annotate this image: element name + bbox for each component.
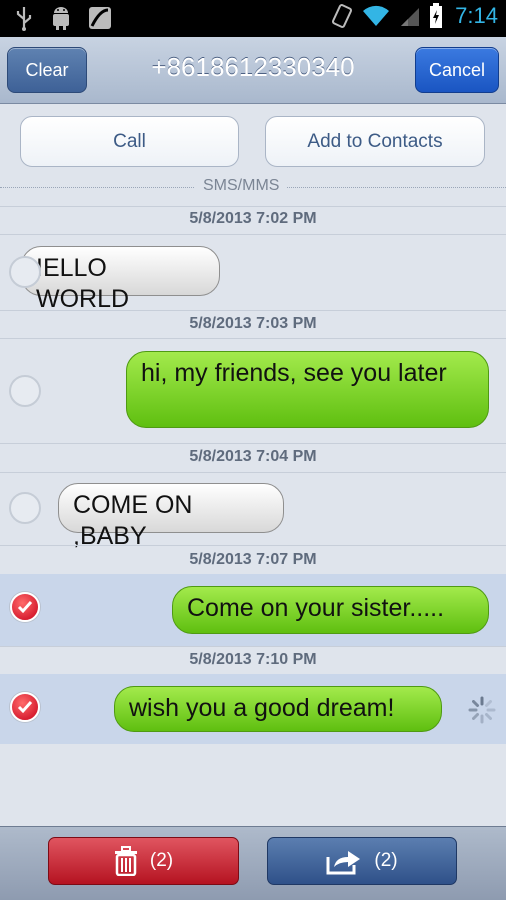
row-separator bbox=[0, 472, 506, 473]
signal-icon bbox=[401, 8, 420, 26]
outgoing-message-bubble[interactable]: wish you a good dream! bbox=[114, 686, 442, 732]
selected-check-icon[interactable] bbox=[10, 592, 40, 622]
media-icon bbox=[89, 7, 111, 29]
clock: 7:14 bbox=[455, 3, 498, 28]
status-bar: 7:14 bbox=[0, 0, 506, 37]
section-label: SMS/MMS bbox=[195, 177, 288, 195]
select-radio[interactable] bbox=[9, 256, 41, 288]
select-radio[interactable] bbox=[9, 492, 41, 524]
row-separator bbox=[0, 545, 506, 546]
android-debug-icon bbox=[53, 7, 69, 30]
row-separator bbox=[0, 206, 506, 207]
row-separator bbox=[0, 646, 506, 647]
forward-share-icon bbox=[326, 851, 361, 875]
add-to-contacts-button[interactable]: Add to Contacts bbox=[265, 116, 485, 167]
delete-button[interactable]: (2) bbox=[48, 837, 239, 885]
usb-icon bbox=[16, 7, 32, 31]
battery-icon bbox=[430, 3, 443, 28]
message-date: 5/8/2013 7:07 PM bbox=[189, 551, 317, 568]
message-date: 5/8/2013 7:04 PM bbox=[189, 448, 317, 465]
wifi-icon bbox=[363, 5, 390, 26]
trash-icon bbox=[114, 846, 137, 876]
cancel-button[interactable]: Cancel bbox=[415, 47, 499, 93]
forward-button[interactable]: (2) bbox=[267, 837, 457, 885]
row-separator bbox=[0, 234, 506, 235]
sending-spinner-icon bbox=[468, 696, 496, 724]
call-button[interactable]: Call bbox=[20, 116, 239, 167]
forward-count: (2) bbox=[374, 850, 398, 871]
bottom-toolbar: (2) (2) bbox=[0, 826, 506, 900]
selected-check-icon[interactable] bbox=[10, 692, 40, 722]
message-date: 5/8/2013 7:10 PM bbox=[189, 651, 317, 668]
incoming-message-bubble[interactable]: IELLO WORLD bbox=[21, 246, 220, 313]
outgoing-message-bubble[interactable]: Come on your sister..... bbox=[172, 586, 489, 634]
row-separator bbox=[0, 443, 506, 444]
header-bar: Clear +8618612330340 Cancel bbox=[0, 37, 506, 104]
delete-count: (2) bbox=[149, 850, 174, 871]
select-radio[interactable] bbox=[9, 375, 41, 407]
message-date: 5/8/2013 7:02 PM bbox=[189, 210, 317, 227]
message-date: 5/8/2013 7:03 PM bbox=[189, 315, 317, 332]
row-separator bbox=[0, 338, 506, 339]
row-separator bbox=[0, 310, 506, 311]
outgoing-message-bubble[interactable]: hi, my friends, see you later bbox=[126, 351, 489, 428]
incoming-message-bubble[interactable]: COME ON ,BABY bbox=[58, 483, 284, 550]
rotate-icon bbox=[332, 4, 353, 28]
